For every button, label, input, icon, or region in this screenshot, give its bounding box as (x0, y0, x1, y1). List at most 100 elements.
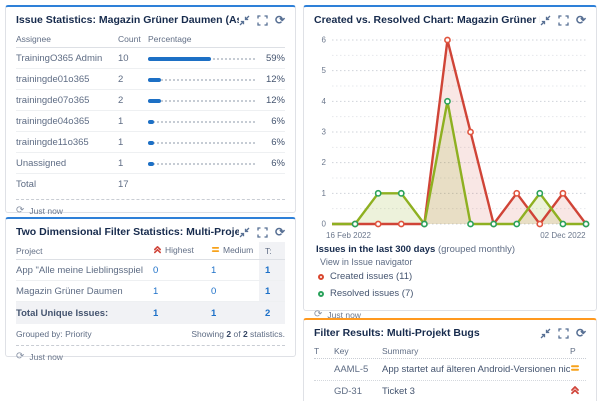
expand-icon[interactable] (257, 227, 268, 238)
assignee-link[interactable]: trainingde07o365 (16, 95, 118, 106)
column-type: T (314, 346, 334, 356)
svg-text:16 Feb 2022: 16 Feb 2022 (326, 231, 371, 240)
issue-key-link[interactable]: GD-31 (334, 386, 382, 397)
table-row: TrainingO365 Admin 10 59% (16, 48, 285, 69)
percentage-value: 6% (261, 116, 285, 127)
project-link[interactable]: App "Alle meine Lieblingsspiele" (16, 265, 143, 276)
column-assignee: Assignee (16, 34, 118, 44)
percentage-bar (148, 56, 255, 61)
refresh-icon[interactable]: ⟳ (576, 328, 586, 338)
total-count: 17 (118, 179, 148, 190)
table-header: T Key Summary P (314, 343, 586, 359)
grouped-by-label: Grouped by: Priority (16, 329, 92, 339)
stat-total[interactable]: 1 (259, 260, 285, 280)
showing-label: Showing 2 of 2 statistics. (191, 329, 285, 339)
issue-key-link[interactable]: AAML-5 (334, 364, 382, 375)
count-value: 1 (118, 158, 148, 169)
percentage-bar (148, 119, 255, 124)
stat-value[interactable]: 1 (143, 286, 201, 297)
refresh-status-icon[interactable]: ⟳ (16, 351, 24, 362)
percentage-value: 12% (261, 74, 285, 85)
issue-summary-link[interactable]: App startet auf älteren Android-Versione… (382, 364, 570, 375)
gadget-two-dimensional-stats: Two Dimensional Filter Statistics: Multi… (5, 217, 296, 357)
table-row: trainingde07o365 2 12% (16, 90, 285, 111)
collapse-icon[interactable] (540, 328, 551, 339)
stat-total[interactable]: 1 (259, 281, 285, 301)
stat-value[interactable]: 0 (143, 265, 201, 276)
table-header: Project Highest Medium T: (16, 242, 285, 260)
issue-summary-link[interactable]: Ticket 3 (382, 386, 570, 397)
issue-row: AAML-5 App startet auf älteren Android-V… (314, 359, 586, 381)
gadget-title: Issue Statistics: Magazin Grüner Daumen … (16, 14, 239, 26)
percentage-bar (148, 77, 255, 82)
svg-text:0: 0 (322, 220, 327, 229)
table-row: App "Alle meine Lieblingsspiele" 0 1 1 (16, 260, 285, 281)
collapse-icon[interactable] (239, 15, 250, 26)
table-row: Magazin Grüner Daumen 1 0 1 (16, 281, 285, 302)
assignee-link[interactable]: trainingde04o365 (16, 116, 118, 127)
gadget-title: Created vs. Resolved Chart: Magazin Grün… (314, 14, 540, 26)
percentage-bar (148, 98, 255, 103)
collapse-icon[interactable] (239, 227, 250, 238)
percentage-value: 59% (261, 53, 285, 64)
svg-text:1: 1 (322, 189, 327, 198)
project-link[interactable]: Magazin Grüner Daumen (16, 286, 143, 297)
svg-text:6: 6 (322, 36, 327, 45)
table-row: Unassigned 1 6% (16, 153, 285, 174)
table-row: trainingde04o365 1 6% (16, 111, 285, 132)
stat-total: 1 (143, 308, 201, 319)
expand-icon[interactable] (558, 328, 569, 339)
chart-subtitle: Issues in the last 300 days (grouped mon… (316, 244, 584, 255)
total-label: Total (16, 179, 118, 190)
refresh-icon[interactable]: ⟳ (275, 15, 285, 25)
created-series-marker-icon (318, 274, 324, 280)
medium-priority-icon (211, 245, 220, 256)
gadget-issue-statistics: Issue Statistics: Magazin Grüner Daumen … (5, 5, 296, 213)
percentage-value: 12% (261, 95, 285, 106)
stat-total: 2 (259, 302, 285, 324)
svg-text:3: 3 (322, 128, 327, 137)
legend-item-resolved[interactable]: Resolved issues (7) (316, 285, 584, 302)
refresh-status: Just now (29, 206, 63, 216)
issue-row: GD-31 Ticket 3 (314, 381, 586, 401)
assignee-link[interactable]: Unassigned (16, 158, 118, 169)
count-value: 2 (118, 95, 148, 106)
stat-value[interactable]: 1 (201, 265, 259, 276)
assignee-link[interactable]: trainingde01o365 (16, 74, 118, 85)
percentage-value: 6% (261, 158, 285, 169)
stat-value[interactable]: 0 (201, 286, 259, 297)
count-value: 2 (118, 74, 148, 85)
column-total: T: (259, 242, 285, 259)
assignee-link[interactable]: trainingde11o365 (16, 137, 118, 148)
view-in-issue-navigator-link[interactable]: View in Issue navigator (316, 255, 584, 268)
percentage-bar (148, 140, 255, 145)
total-row: Total 17 (16, 174, 285, 195)
collapse-icon[interactable] (540, 15, 551, 26)
total-unique-row: Total Unique Issues: 1 1 2 (16, 302, 285, 324)
legend-item-created[interactable]: Created issues (11) (316, 268, 584, 285)
refresh-status-icon[interactable]: ⟳ (16, 205, 24, 216)
created-vs-resolved-chart: 012345616 Feb 202202 Dec 2022 (306, 30, 596, 242)
expand-icon[interactable] (558, 15, 569, 26)
table-header: Assignee Count Percentage (16, 30, 285, 48)
column-percentage: Percentage (148, 34, 285, 44)
medium-priority-icon (570, 363, 586, 376)
refresh-icon[interactable]: ⟳ (576, 15, 586, 25)
dashboard: Issue Statistics: Magazin Grüner Daumen … (0, 0, 602, 401)
stat-total: 1 (201, 308, 259, 319)
assignee-link[interactable]: TrainingO365 Admin (16, 53, 118, 64)
table-row: trainingde11o365 1 6% (16, 132, 285, 153)
percentage-value: 6% (261, 137, 285, 148)
count-value: 10 (118, 53, 148, 64)
expand-icon[interactable] (257, 15, 268, 26)
count-value: 1 (118, 137, 148, 148)
highest-priority-icon (153, 245, 162, 256)
column-highest: Highest (143, 245, 201, 256)
column-summary: Summary (382, 346, 570, 356)
total-unique-label: Total Unique Issues: (16, 308, 143, 319)
table-row: trainingde01o365 2 12% (16, 69, 285, 90)
resolved-series-marker-icon (318, 291, 324, 297)
gadget-created-vs-resolved: Created vs. Resolved Chart: Magazin Grün… (303, 5, 597, 311)
gadget-title: Two Dimensional Filter Statistics: Multi… (16, 226, 239, 238)
refresh-icon[interactable]: ⟳ (275, 227, 285, 237)
